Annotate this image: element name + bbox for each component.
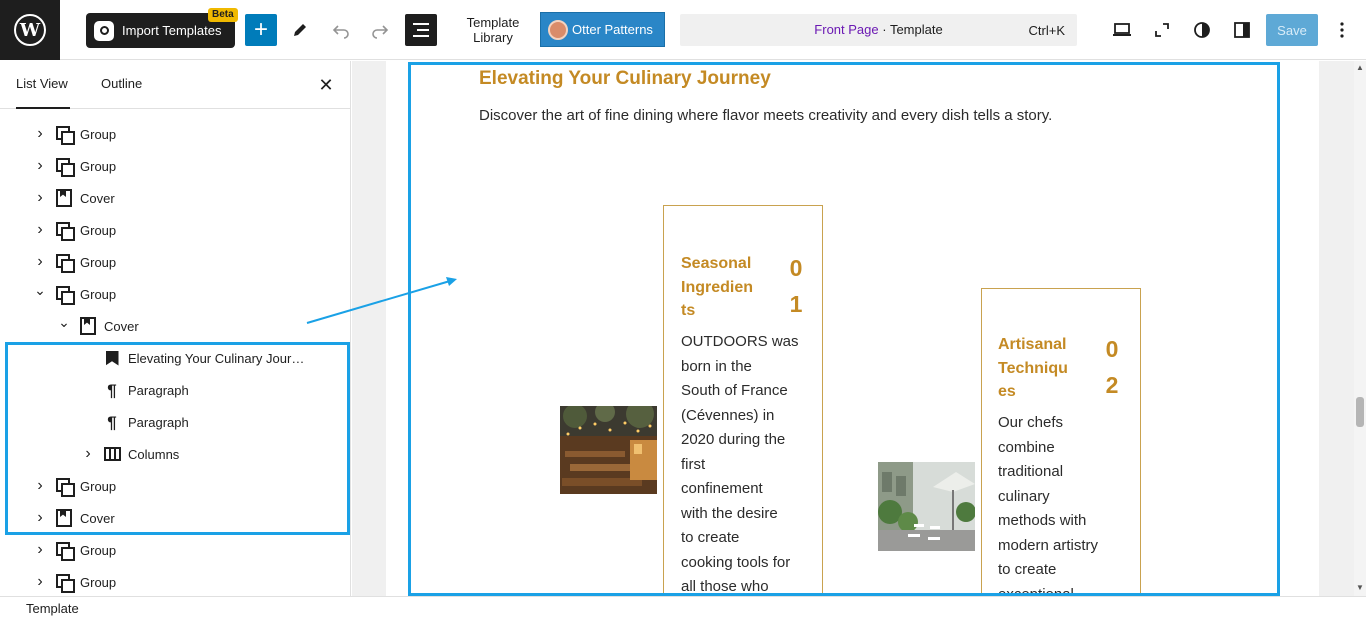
- card-body-line: (Cévennes) in: [681, 406, 775, 424]
- section-heading[interactable]: Elevating Your Culinary Journey: [479, 68, 771, 90]
- feature-card-2[interactable]: Artisanal Techniqu es 0 2 Our chefs comb…: [981, 288, 1141, 596]
- breadcrumb-template[interactable]: Template: [26, 601, 79, 616]
- scrollbar-thumb[interactable]: [1356, 397, 1364, 427]
- scroll-down-icon[interactable]: ▼: [1356, 583, 1364, 592]
- card-body-line: confinement: [681, 480, 763, 497]
- card-body-line: with the desire: [681, 504, 778, 522]
- card-number: 0 1: [785, 250, 807, 322]
- card-body: OUTDOORS was born in the South of France…: [681, 330, 821, 595]
- canvas-scrollbar[interactable]: ▲ ▼: [1354, 61, 1366, 596]
- restaurant-night-photo: [560, 406, 657, 494]
- card-title-line: Seasonal: [681, 255, 752, 272]
- card-body-line: 2020 during the: [681, 431, 786, 448]
- card-body-line: Our chefs: [998, 414, 1064, 431]
- scroll-up-icon[interactable]: ▲: [1356, 63, 1364, 72]
- card-title-line: es: [998, 383, 1016, 400]
- card-body-line: traditional: [998, 463, 1064, 480]
- card-body-line: to create: [681, 529, 740, 546]
- card-number-digit: 0: [1105, 336, 1119, 362]
- card-number: 0 2: [1101, 331, 1123, 403]
- card-body-line: South of France: [681, 382, 788, 399]
- card-title-line: Artisanal: [998, 336, 1067, 353]
- card-body-line: exceptional: [998, 585, 1074, 596]
- section-intro[interactable]: Discover the art of fine dining where fl…: [479, 106, 1064, 126]
- card-body-line: OUTDOORS was: [681, 333, 799, 350]
- card-title-line: Techniqu: [998, 359, 1068, 377]
- card-title-line: ts: [681, 302, 696, 319]
- block-breadcrumb-bar: Template: [0, 596, 1366, 620]
- card-body-line: all those who: [681, 578, 769, 595]
- card-body-line: methods with: [998, 512, 1087, 529]
- card-body-line: to create: [998, 561, 1057, 578]
- card-body-line: cooking tools for: [681, 553, 791, 571]
- card-body-line: combine: [998, 438, 1055, 456]
- card-body-line: first: [681, 455, 706, 473]
- feature-card-1[interactable]: Seasonal Ingredien ts 0 1 OUTDOORS was b…: [663, 205, 823, 596]
- card-title-line: Ingredien: [681, 278, 754, 296]
- card-number-digit: 2: [1105, 372, 1119, 398]
- card-body: Our chefs combine traditional culinary m…: [998, 411, 1138, 596]
- card-body-line: culinary: [998, 487, 1050, 505]
- card-number-digit: 1: [789, 291, 803, 317]
- card-body-line: born in the: [681, 357, 752, 375]
- card-number-digit: 0: [789, 255, 803, 281]
- card-title: Artisanal Techniqu es: [998, 333, 1098, 404]
- patio-day-photo: [878, 462, 975, 551]
- card-title: Seasonal Ingredien ts: [681, 252, 781, 323]
- card-body-line: modern artistry: [998, 536, 1099, 554]
